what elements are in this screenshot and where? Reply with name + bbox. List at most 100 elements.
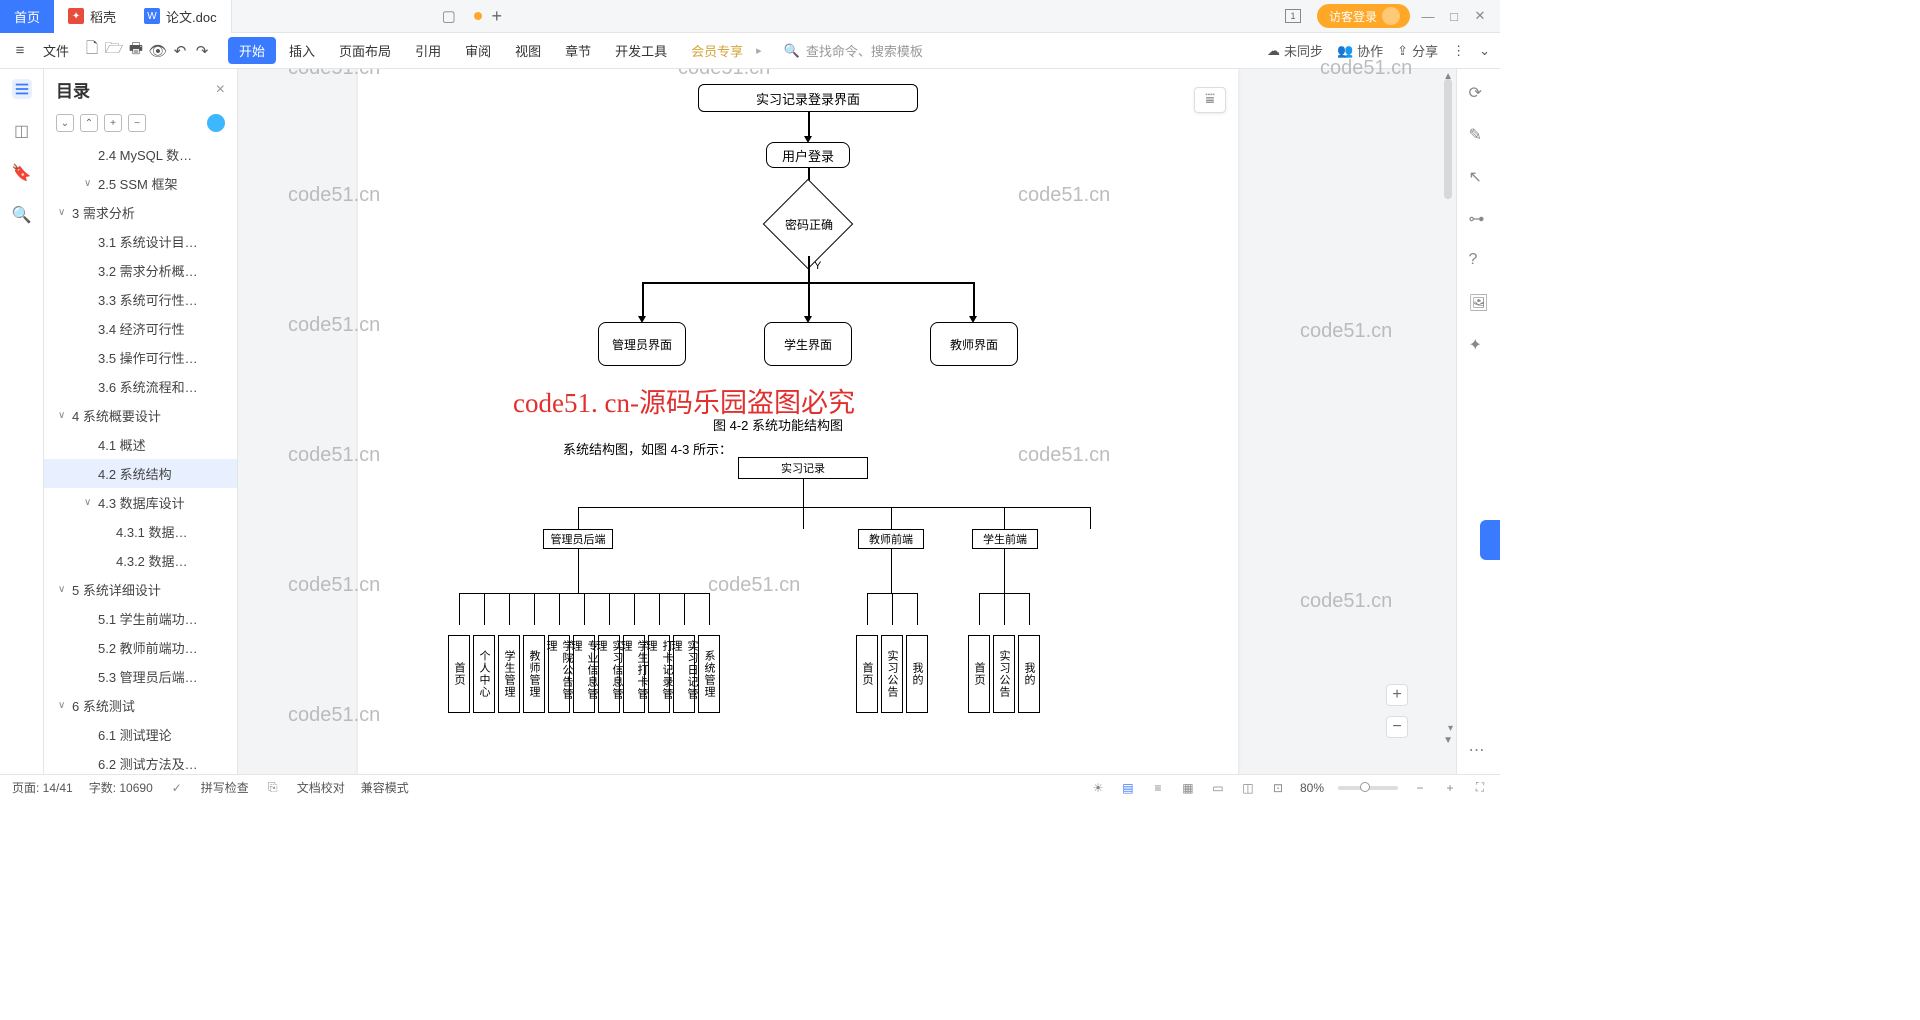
status-spell[interactable]: 拼写检查 [201,779,249,796]
open-icon[interactable]: 🗁 [104,41,124,61]
sparkle-icon[interactable]: ✦ [1469,335,1489,355]
toc-item[interactable]: 3.4 经济可行性 [44,314,237,343]
view-focus-icon[interactable]: ◫ [1240,780,1256,796]
toc-close-button[interactable]: × [216,81,225,99]
toc-item[interactable]: ∨4 系统概要设计 [44,401,237,430]
print-icon[interactable]: 🖶 [126,41,146,61]
toc-sync-icon[interactable] [207,114,225,132]
view-read-icon[interactable]: ▭ [1210,780,1226,796]
toc-item[interactable]: 3.6 系统流程和… [44,372,237,401]
proof-icon[interactable]: ⎘ [265,780,281,796]
bookmark-icon[interactable]: 🔖 [12,163,32,183]
new-tab-button[interactable]: + [482,6,512,27]
menu-layout[interactable]: 页面布局 [328,37,402,64]
zoom-in-button[interactable]: + [1442,780,1458,796]
kebab-icon[interactable]: ⋮ [1452,43,1465,59]
menu-review[interactable]: 审阅 [454,37,502,64]
sync-button[interactable]: ☁未同步 [1267,41,1323,60]
undo-icon[interactable]: ↶ [170,41,190,61]
toc-item[interactable]: 3.1 系统设计目… [44,227,237,256]
brightness-icon[interactable]: ☀ [1090,780,1106,796]
toc-item[interactable]: 4.3.1 数据… [44,517,237,546]
menu-chapter[interactable]: 章节 [554,37,602,64]
menu-devtool[interactable]: 开发工具 [604,37,678,64]
login-button[interactable]: 访客登录 [1317,4,1410,28]
window-count-icon[interactable]: 1 [1285,9,1301,23]
status-words[interactable]: 字数: 10690 [89,779,153,796]
scrollbar[interactable] [1444,79,1452,199]
redo-icon[interactable]: ↷ [192,41,212,61]
spell-icon[interactable]: ✓ [169,780,185,796]
preview-icon[interactable]: 👁 [148,41,168,61]
toc-item[interactable]: 4.2 系统结构 [44,459,237,488]
collapse-ribbon-icon[interactable]: ⌄ [1479,43,1490,59]
settings-icon[interactable]: ⊶ [1469,209,1489,229]
side-tab[interactable] [1480,520,1500,560]
menu-file[interactable]: 文件 [32,37,80,64]
toc-item[interactable]: 3.2 需求分析概… [44,256,237,285]
toc-item[interactable]: 5.2 教师前端功… [44,633,237,662]
toc-item[interactable]: ∨6 系统测试 [44,691,237,720]
scroll-down-icon[interactable]: ▾ [1448,723,1453,734]
toc-item[interactable]: 3.5 操作可行性… [44,343,237,372]
toc-icon[interactable] [12,79,32,99]
minimize-button[interactable]: ― [1420,8,1436,24]
page-zoom-in[interactable]: + [1386,684,1408,706]
toc-expand-all[interactable]: ⌄ [56,114,74,132]
scroll-end-icon[interactable]: ▼ [1443,735,1453,746]
maximize-button[interactable]: □ [1446,8,1462,24]
zoom-fit-icon[interactable]: ⊡ [1270,780,1286,796]
pencil-icon[interactable]: ✎ [1469,125,1489,145]
image-icon[interactable]: 🖼 [1469,293,1489,313]
toc-item[interactable]: 5.3 管理员后端… [44,662,237,691]
hamburger-icon[interactable]: ≡ [10,41,30,61]
zoom-value[interactable]: 80% [1300,781,1324,795]
cast-icon[interactable]: ▢ [442,7,456,25]
quote-tool[interactable]: ⩸ [1194,87,1226,113]
tab-document[interactable]: W论文.doc [130,0,232,33]
tab-home[interactable]: 首页 [0,0,54,33]
help-icon[interactable]: ? [1469,251,1489,271]
view-page-icon[interactable]: ▤ [1120,780,1136,796]
toc-add[interactable]: + [104,114,122,132]
menu-ref[interactable]: 引用 [404,37,452,64]
zoom-slider[interactable] [1338,786,1398,790]
view-outline-icon[interactable]: ≡ [1150,780,1166,796]
more-icon[interactable]: ▸ [756,44,762,57]
menu-insert[interactable]: 插入 [278,37,326,64]
document-area[interactable]: code51.cn code51.cn code51.cn code51.cn … [238,69,1456,774]
toc-item[interactable]: ∨4.3 数据库设计 [44,488,237,517]
toc-item[interactable]: 4.3.2 数据… [44,546,237,575]
view-web-icon[interactable]: ▦ [1180,780,1196,796]
toc-remove[interactable]: − [128,114,146,132]
template-icon[interactable]: ⟳ [1469,83,1489,103]
fullscreen-icon[interactable]: ⛶ [1472,780,1488,796]
toc-collapse-all[interactable]: ⌃ [80,114,98,132]
zoom-out-button[interactable]: − [1412,780,1428,796]
toc-item[interactable]: 6.1 测试理论 [44,720,237,749]
toc-list[interactable]: 2.4 MySQL 数…∨2.5 SSM 框架∨3 需求分析3.1 系统设计目…… [44,140,237,774]
scroll-up-icon[interactable]: ▲ [1443,71,1453,82]
toc-item[interactable]: ∨5 系统详细设计 [44,575,237,604]
search-box[interactable]: 🔍查找命令、搜索模板 [784,41,923,60]
status-proof[interactable]: 文档校对 [297,779,345,796]
cursor-icon[interactable]: ↖ [1469,167,1489,187]
toc-item[interactable]: 2.4 MySQL 数… [44,140,237,169]
page-zoom-out[interactable]: − [1386,716,1408,738]
toc-item[interactable]: 5.1 学生前端功… [44,604,237,633]
toc-item[interactable]: 6.2 测试方法及… [44,749,237,774]
close-button[interactable]: ✕ [1472,8,1488,24]
menu-vip[interactable]: 会员专享 [680,37,754,64]
toc-item[interactable]: 3.3 系统可行性… [44,285,237,314]
toc-item[interactable]: ∨3 需求分析 [44,198,237,227]
tab-daoke[interactable]: ✦稻壳 [54,0,130,33]
pin-icon[interactable]: ◫ [12,121,32,141]
status-page[interactable]: 页面: 14/41 [12,779,73,796]
menu-view[interactable]: 视图 [504,37,552,64]
find-icon[interactable]: 🔍 [12,205,32,225]
menu-start[interactable]: 开始 [228,37,276,64]
toc-item[interactable]: ∨2.5 SSM 框架 [44,169,237,198]
new-icon[interactable]: 🗋 [82,41,102,61]
toc-item[interactable]: 4.1 概述 [44,430,237,459]
more-tools-icon[interactable]: ⋯ [1469,740,1489,760]
